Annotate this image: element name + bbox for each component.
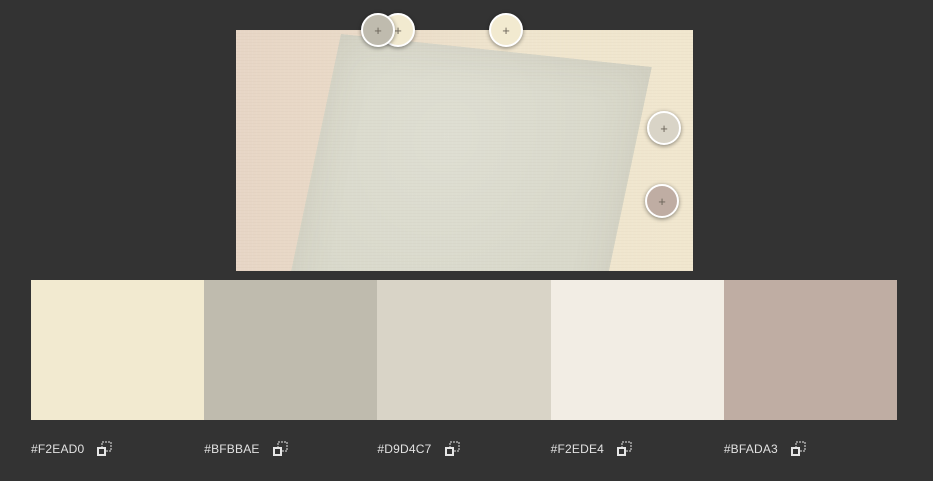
plus-icon: + bbox=[660, 120, 668, 136]
swatch-label-group: #D9D4C7 bbox=[377, 441, 550, 457]
plus-icon: + bbox=[658, 193, 666, 209]
color-picker-handle-2[interactable]: + bbox=[489, 13, 523, 47]
color-swatch[interactable] bbox=[31, 280, 205, 420]
color-picker-handle-4[interactable]: + bbox=[645, 184, 679, 218]
hex-code-label: #F2EDE4 bbox=[550, 442, 605, 456]
color-swatch[interactable] bbox=[204, 280, 378, 420]
plus-icon: + bbox=[374, 22, 382, 38]
color-swatch[interactable] bbox=[550, 280, 724, 420]
hex-code-label: #BFBBAE bbox=[204, 442, 260, 456]
swatch-label-group: #BFADA3 bbox=[724, 441, 897, 457]
swatch-label-group: #F2EDE4 bbox=[551, 441, 724, 457]
swatch-label-group: #BFBBAE bbox=[204, 441, 377, 457]
color-swatch[interactable] bbox=[377, 280, 551, 420]
palette-swatches bbox=[31, 280, 898, 420]
color-swatch[interactable] bbox=[723, 280, 898, 420]
copy-icon[interactable] bbox=[616, 441, 632, 457]
copy-icon[interactable] bbox=[790, 441, 806, 457]
hex-code-label: #BFADA3 bbox=[723, 442, 778, 456]
copy-icon[interactable] bbox=[96, 441, 112, 457]
plus-icon: + bbox=[394, 22, 402, 38]
source-image bbox=[236, 30, 693, 271]
copy-icon[interactable] bbox=[272, 441, 288, 457]
color-picker-handle-3[interactable]: + bbox=[647, 111, 681, 145]
painting-square bbox=[278, 34, 652, 271]
color-picker-handle-0[interactable]: + bbox=[361, 13, 395, 47]
swatch-label-group: #F2EAD0 bbox=[31, 441, 204, 457]
hex-code-label: #D9D4C7 bbox=[377, 442, 432, 456]
hex-code-label: #F2EAD0 bbox=[31, 442, 85, 456]
copy-icon[interactable] bbox=[444, 441, 460, 457]
plus-icon: + bbox=[502, 22, 510, 38]
palette-labels: #F2EAD0 #BFBBAE #D9D4C7 #F2EDE4 #BFADA3 bbox=[31, 441, 897, 457]
